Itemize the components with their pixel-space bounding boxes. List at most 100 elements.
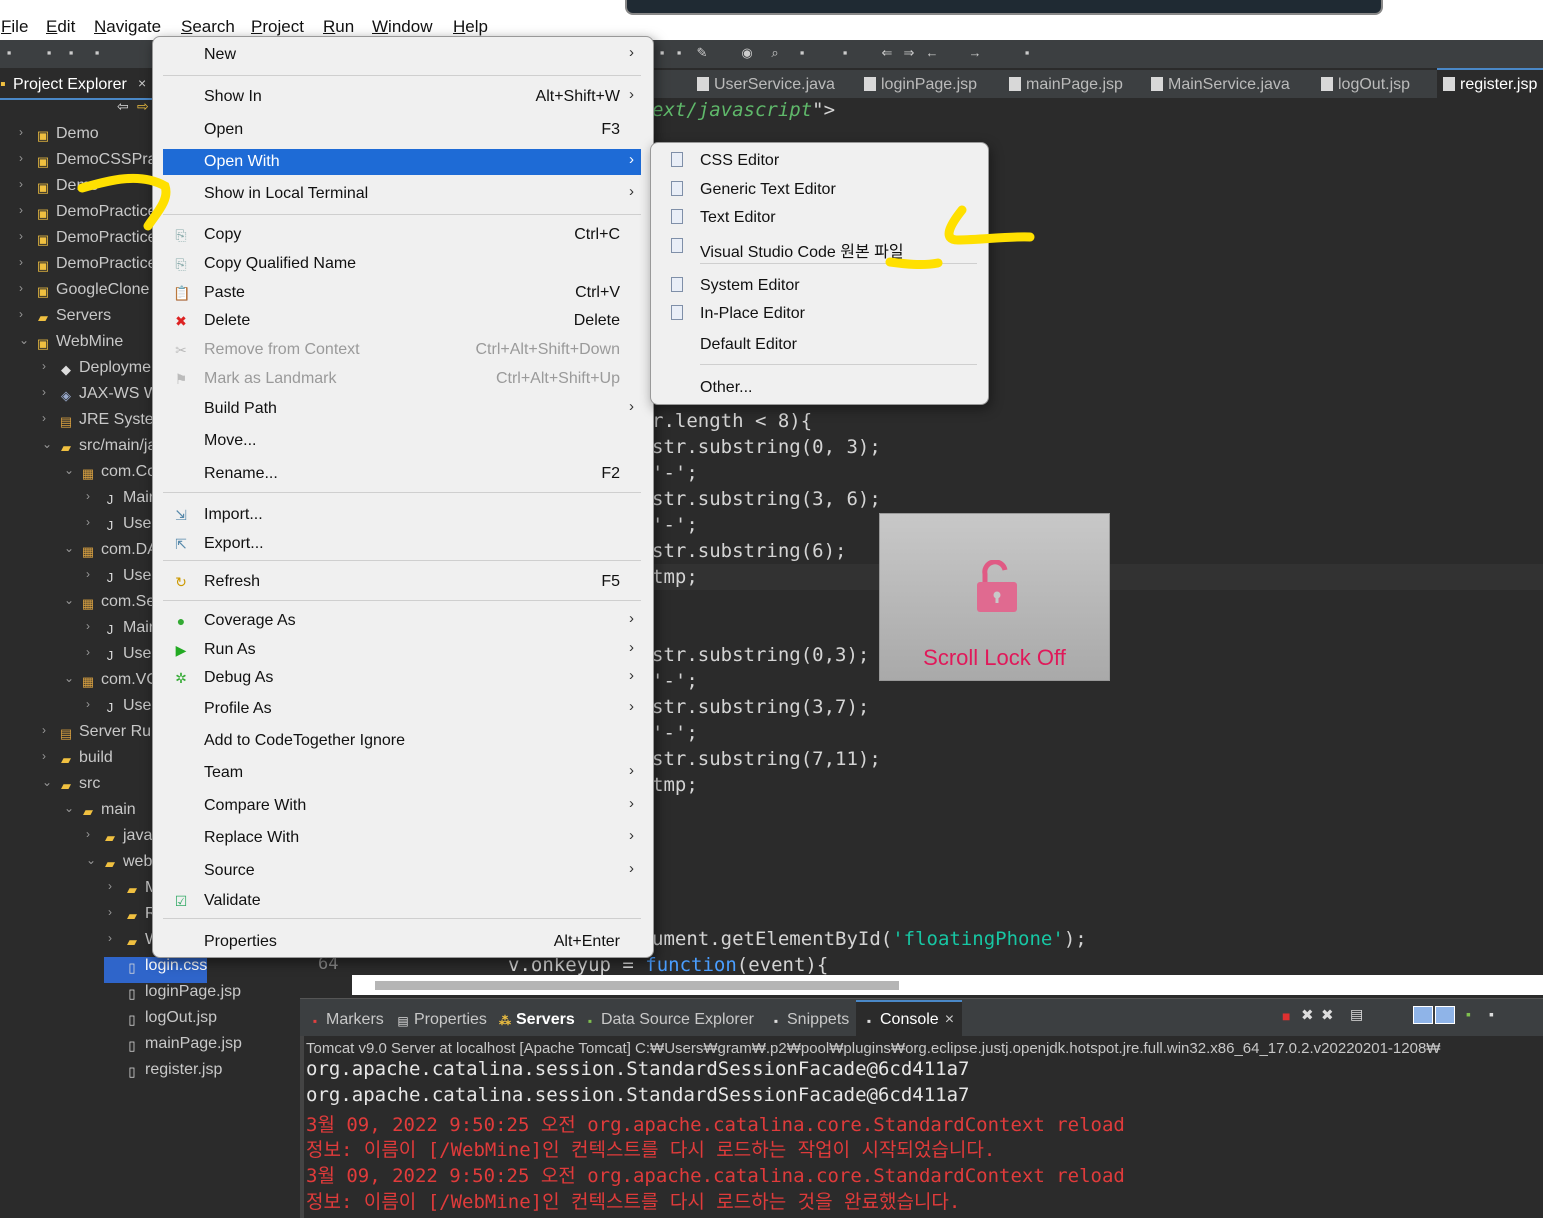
remove-all-icon[interactable]: ✖ — [1321, 1006, 1334, 1024]
menu-item-profile-as[interactable]: Profile As › — [163, 696, 641, 722]
tree-item[interactable]: › ▣ DemoPractice2 — [15, 255, 165, 281]
word-wrap-icon[interactable] — [1435, 1006, 1455, 1024]
menu-item-open[interactable]: Open F3 — [163, 117, 641, 143]
tab-servers[interactable]: ⁂ Servers — [498, 1011, 575, 1029]
menu-edit[interactable]: Edit — [46, 17, 75, 37]
menu-run[interactable]: Run — [323, 17, 354, 37]
chevron-right-icon[interactable]: › — [86, 645, 90, 659]
tree-item[interactable]: › ▰ build — [38, 749, 113, 775]
submenu-item-css-editor[interactable]: CSS Editor — [651, 148, 987, 174]
menu-item-mark-as-landmark[interactable]: ⚑ Mark as Landmark Ctrl+Alt+Shift+Up — [163, 366, 641, 392]
menu-item-show-in[interactable]: Show In Alt+Shift+W › — [163, 84, 641, 110]
tree-item[interactable]: ⌄ ▰ src — [38, 775, 100, 801]
close-icon[interactable]: × — [138, 75, 146, 91]
tab-mainpage-jsp[interactable]: mainPage.jsp — [1009, 76, 1123, 94]
collapse-arrow-left-icon[interactable]: ⇦ — [117, 98, 129, 115]
chevron-right-icon[interactable]: › — [86, 515, 90, 529]
scroll-lock-icon[interactable] — [1413, 1006, 1433, 1024]
properties-icon[interactable]: ▪ — [90, 46, 104, 60]
tab-snippets[interactable]: ▪ Snippets — [769, 1011, 849, 1029]
chevron-right-icon[interactable]: › — [19, 125, 23, 139]
tab-userservice-java[interactable]: UserService.java — [697, 76, 835, 94]
menu-item-coverage-as[interactable]: ● Coverage As › — [163, 608, 641, 634]
menu-item-show-in-local-terminal[interactable]: Show in Local Terminal › — [163, 181, 641, 207]
save-all-icon[interactable]: ▪ — [64, 46, 78, 60]
tab-logout-jsp[interactable]: logOut.jsp — [1321, 76, 1410, 94]
open-type-icon[interactable]: ▪ — [655, 46, 669, 60]
menu-navigate[interactable]: Navigate — [94, 17, 161, 37]
chevron-right-icon[interactable]: › — [86, 619, 90, 633]
menu-item-remove-from-context[interactable]: ✂ Remove from Context Ctrl+Alt+Shift+Down — [163, 337, 641, 363]
menu-item-copy[interactable]: ⎘ Copy Ctrl+C — [163, 222, 641, 248]
back-icon[interactable]: ⇐ — [880, 46, 894, 60]
link-editor-arrow-icon[interactable]: ⇨ — [137, 98, 149, 115]
menu-item-run-as[interactable]: ▶ Run As › — [163, 637, 641, 663]
menu-item-export[interactable]: ⇱ Export... — [163, 531, 641, 557]
menu-project[interactable]: Project — [251, 17, 304, 37]
menu-item-build-path[interactable]: Build Path › — [163, 396, 641, 422]
chevron-down-icon[interactable]: ⌄ — [42, 437, 52, 451]
pin-console-icon[interactable]: ▪ — [1466, 1006, 1471, 1022]
remove-launch-icon[interactable]: ✖ — [1301, 1006, 1314, 1024]
menu-file[interactable]: File — [1, 17, 28, 37]
tab-loginpage-jsp[interactable]: loginPage.jsp — [864, 76, 977, 94]
tree-item[interactable]: ⌄ ▦ com.VO — [60, 671, 159, 697]
menu-search[interactable]: Search — [181, 17, 235, 37]
display-console-icon[interactable]: ▪ — [1489, 1006, 1494, 1022]
tree-item[interactable]: › ◆ Deployment — [38, 359, 164, 385]
menu-item-validate[interactable]: ☑ Validate — [163, 888, 641, 914]
chevron-right-icon[interactable]: › — [19, 177, 23, 191]
globe-icon[interactable]: ◉ — [740, 46, 754, 60]
menu-help[interactable]: Help — [453, 17, 488, 37]
chevron-right-icon[interactable]: › — [19, 255, 23, 269]
menu-item-move[interactable]: Move... — [163, 428, 641, 454]
next-annotation-icon[interactable]: ▪ — [838, 46, 852, 60]
chevron-down-icon[interactable]: ⌄ — [19, 333, 29, 347]
menu-item-paste[interactable]: 📋 Paste Ctrl+V — [163, 280, 641, 306]
chevron-right-icon[interactable]: › — [19, 229, 23, 243]
chevron-down-icon[interactable]: ⌄ — [64, 593, 74, 607]
forward-edit-icon[interactable]: ⇒ — [902, 46, 916, 60]
tree-item[interactable]: ▯ logOut.jsp — [104, 1009, 217, 1035]
chevron-right-icon[interactable]: › — [108, 905, 112, 919]
terminate-icon[interactable]: ■ — [1282, 1008, 1290, 1024]
chevron-right-icon[interactable]: › — [19, 151, 23, 165]
perspective-icon[interactable]: ▪ — [1020, 46, 1034, 60]
chevron-down-icon[interactable]: ⌄ — [64, 463, 74, 477]
tab-data-source-explorer[interactable]: ▪ Data Source Explorer — [583, 1011, 754, 1029]
tab-properties[interactable]: ▤ Properties — [396, 1011, 487, 1029]
tree-item[interactable]: › ▣ GoogleClone — [15, 281, 149, 307]
tree-item[interactable]: ▯ register.jsp — [104, 1061, 222, 1087]
close-icon[interactable]: × — [945, 1011, 954, 1028]
menu-item-replace-with[interactable]: Replace With › — [163, 825, 641, 851]
search-icon[interactable]: ⌕ — [768, 46, 782, 60]
chevron-right-icon[interactable]: › — [86, 567, 90, 581]
chevron-right-icon[interactable]: › — [19, 281, 23, 295]
menu-item-team[interactable]: Team › — [163, 760, 641, 786]
chevron-down-icon[interactable]: ⌄ — [64, 671, 74, 685]
menu-item-source[interactable]: Source › — [163, 858, 641, 884]
tab-markers[interactable]: ▪ Markers — [308, 1011, 384, 1029]
menu-item-new[interactable]: New › — [163, 42, 641, 68]
tree-item[interactable]: ▯ loginPage.jsp — [104, 983, 241, 1009]
chevron-right-icon[interactable]: › — [42, 385, 46, 399]
menu-item-import[interactable]: ⇲ Import... — [163, 502, 641, 528]
chevron-down-icon[interactable]: ⌄ — [42, 775, 52, 789]
chevron-right-icon[interactable]: › — [86, 827, 90, 841]
menu-item-debug-as[interactable]: ✲ Debug As › — [163, 665, 641, 691]
menu-item-rename[interactable]: Rename... F2 — [163, 461, 641, 487]
menu-item-compare-with[interactable]: Compare With › — [163, 793, 641, 819]
submenu-item-other[interactable]: Other... — [651, 375, 987, 401]
tree-item[interactable]: ▯ mainPage.jsp — [104, 1035, 242, 1061]
new-icon[interactable]: ▪ — [2, 46, 16, 60]
tab-mainservice-java[interactable]: MainService.java — [1151, 76, 1290, 94]
chevron-right-icon[interactable]: › — [108, 931, 112, 945]
tree-item[interactable]: ⌄ ▣ WebMine — [15, 333, 123, 359]
annotation-icon[interactable]: ▪ — [795, 46, 809, 60]
arrow-right-icon[interactable]: → — [968, 46, 982, 60]
tree-item[interactable]: ▯ login.css — [104, 957, 208, 983]
chevron-down-icon[interactable]: ⌄ — [64, 541, 74, 555]
chevron-down-icon[interactable]: ⌄ — [86, 853, 96, 867]
tab-register-jsp[interactable]: register.jsp — [1443, 76, 1537, 94]
chevron-right-icon[interactable]: › — [19, 203, 23, 217]
